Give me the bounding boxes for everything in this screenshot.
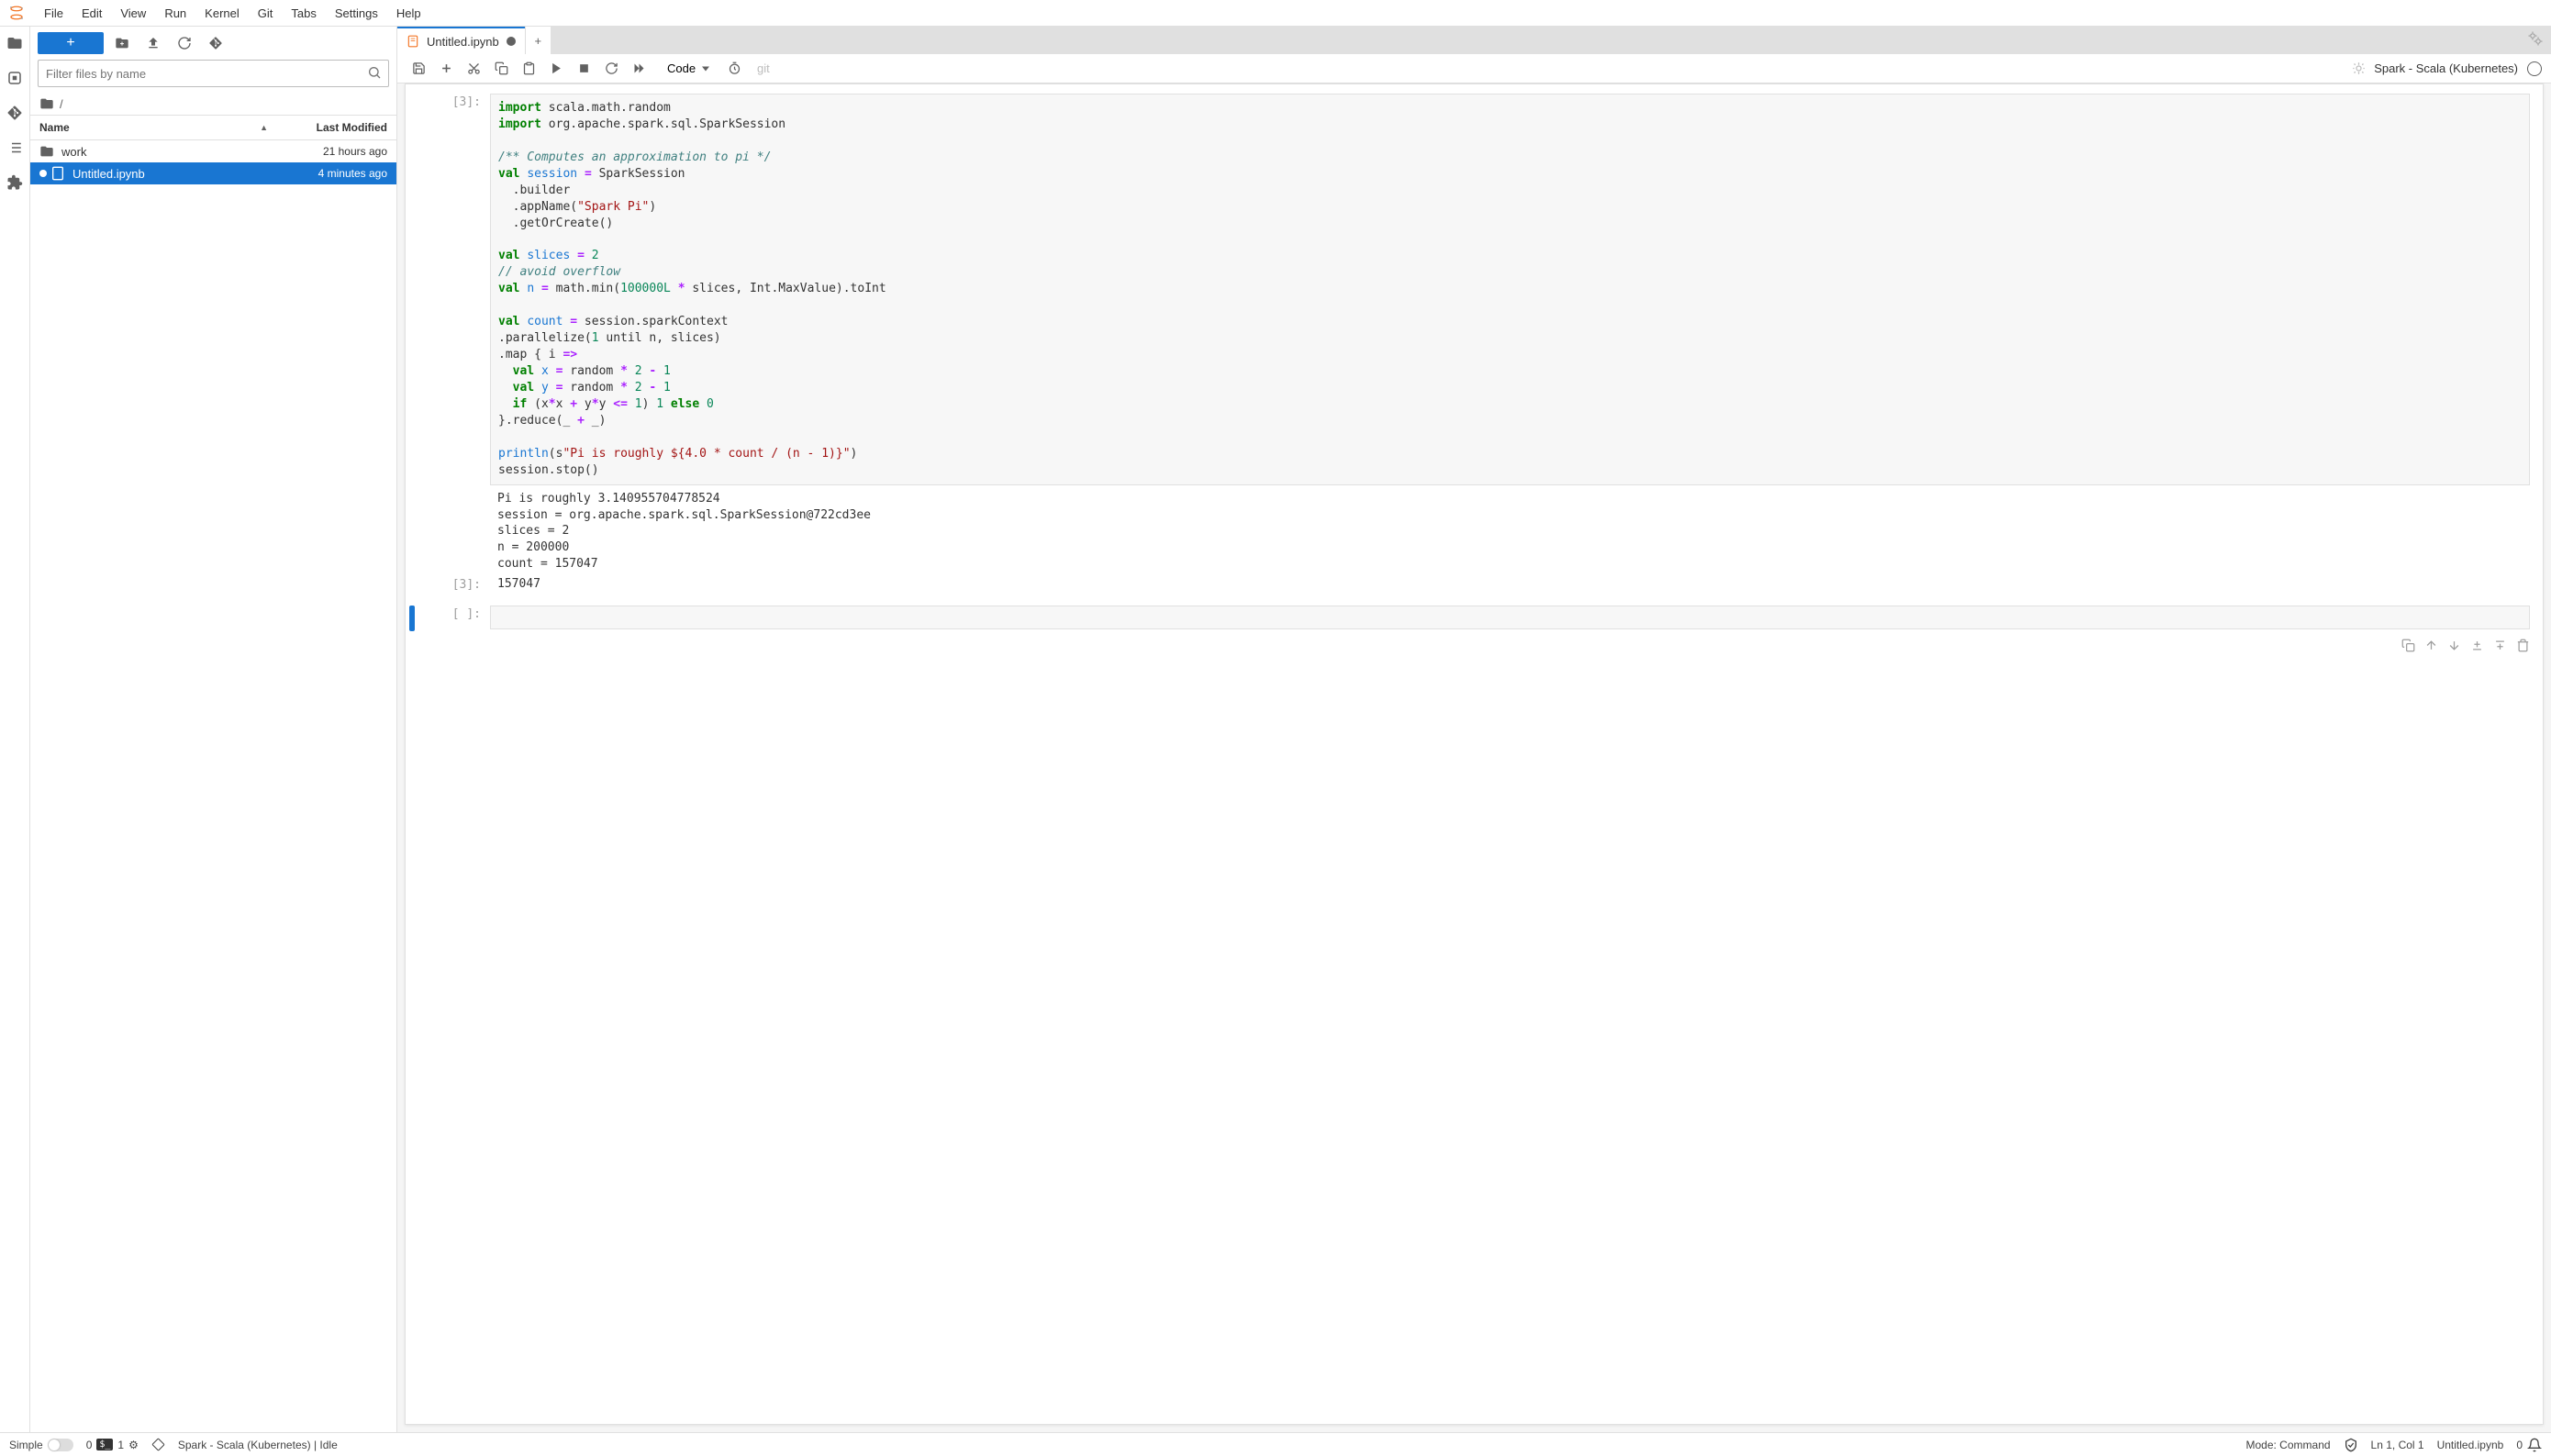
insert-above-icon[interactable] (2470, 639, 2484, 652)
input-prompt-empty: [ ]: (418, 606, 490, 629)
breadcrumb-root[interactable]: / (60, 97, 63, 111)
lightning-icon: ⚙ (128, 1439, 139, 1451)
column-name-header[interactable]: Name (39, 121, 70, 134)
menu-settings[interactable]: Settings (326, 3, 387, 24)
restart-run-all-icon[interactable] (627, 57, 651, 81)
tab-bar: Untitled.ipynb + (397, 27, 2551, 54)
bell-icon[interactable] (2527, 1438, 2542, 1452)
active-code-cell[interactable]: [ ]: (406, 596, 2543, 639)
stdout-output: Pi is roughly 3.140955704778524 session … (490, 485, 2530, 575)
tab-title: Untitled.ipynb (427, 35, 499, 49)
extensions-icon[interactable] (6, 173, 24, 192)
file-list: work21 hours agoUntitled.ipynb4 minutes … (30, 140, 396, 1432)
file-row[interactable]: Untitled.ipynb4 minutes ago (30, 162, 396, 184)
running-dot (39, 170, 47, 177)
delete-cell-icon[interactable] (2516, 639, 2530, 652)
menu-edit[interactable]: Edit (72, 3, 111, 24)
filter-files-input[interactable] (38, 60, 389, 87)
toc-icon[interactable] (6, 139, 24, 157)
code-cell[interactable]: [3]: import scala.math.random import org… (406, 84, 2543, 576)
breadcrumb[interactable]: / (30, 93, 396, 116)
tab-untitled[interactable]: Untitled.ipynb (397, 27, 525, 54)
cell-collapser[interactable] (409, 606, 415, 631)
status-bar: Simple 0$_1⚙ Spark - Scala (Kubernetes) … (0, 1432, 2551, 1456)
add-cell-icon[interactable] (434, 57, 458, 81)
notebook-toolbar: Code git Spark - Scala (Kubernetes) (397, 54, 2551, 83)
kernels-count[interactable]: 1 (117, 1439, 124, 1451)
terminals-count[interactable]: 0 (86, 1439, 93, 1451)
input-prompt: [3]: (418, 94, 490, 574)
new-folder-icon[interactable] (109, 32, 135, 54)
folder-icon (39, 96, 54, 111)
code-input-area[interactable]: import scala.math.random import org.apac… (490, 94, 2530, 485)
column-modified-header[interactable]: Last Modified (268, 121, 387, 134)
timing-icon[interactable] (722, 57, 746, 81)
menu-kernel[interactable]: Kernel (195, 3, 249, 24)
git-branch-icon[interactable] (151, 1438, 165, 1451)
menu-bar: FileEditViewRunKernelGitTabsSettingsHelp (0, 0, 2551, 27)
file-modified: 4 minutes ago (268, 167, 387, 180)
new-launcher-button[interactable]: + (38, 32, 104, 54)
restart-icon[interactable] (599, 57, 623, 81)
cell-toolbar (406, 639, 2543, 660)
copy-icon[interactable] (489, 57, 513, 81)
menu-tabs[interactable]: Tabs (282, 3, 325, 24)
result-output: 157047 (490, 576, 2530, 595)
git-icon[interactable] (6, 104, 24, 122)
cursor-position[interactable]: Ln 1, Col 1 (2371, 1439, 2424, 1451)
refresh-icon[interactable] (172, 32, 197, 54)
terminal-icon: $_ (96, 1439, 113, 1450)
jupyter-logo[interactable] (7, 4, 26, 22)
file-modified: 21 hours ago (268, 145, 387, 158)
empty-code-input[interactable] (490, 606, 2530, 629)
kernel-name[interactable]: Spark - Scala (Kubernetes) (2374, 61, 2518, 75)
running-icon[interactable] (6, 69, 24, 87)
move-up-icon[interactable] (2424, 639, 2438, 652)
output-prompt: [3]: (418, 576, 490, 595)
search-icon (367, 65, 382, 80)
git-label[interactable]: git (757, 61, 770, 75)
trusted-icon[interactable] (2344, 1438, 2358, 1452)
notebook-area: Untitled.ipynb + Code git (397, 27, 2551, 1432)
folder-icon (39, 144, 56, 159)
property-inspector-icon[interactable] (2527, 30, 2544, 47)
menu-git[interactable]: Git (249, 3, 283, 24)
mode-indicator[interactable]: Mode: Command (2246, 1439, 2331, 1451)
simple-label: Simple (9, 1439, 43, 1451)
menu-view[interactable]: View (111, 3, 155, 24)
cell-type-select[interactable]: Code (662, 60, 713, 77)
git-clone-icon[interactable] (203, 32, 228, 54)
cut-icon[interactable] (462, 57, 485, 81)
duplicate-cell-icon[interactable] (2401, 639, 2415, 652)
kernel-status-text[interactable]: Spark - Scala (Kubernetes) | Idle (178, 1439, 338, 1451)
notebook-content: [3]: import scala.math.random import org… (405, 83, 2544, 1425)
menu-file[interactable]: File (35, 3, 72, 24)
menu-help[interactable]: Help (387, 3, 430, 24)
file-browser-panel: + / Name ▲ Last Modified work21 hours ago… (30, 27, 397, 1432)
add-tab-button[interactable]: + (525, 27, 551, 54)
save-icon[interactable] (407, 57, 430, 81)
stop-icon[interactable] (572, 57, 596, 81)
activity-bar (0, 27, 30, 1432)
sort-caret-icon: ▲ (260, 123, 268, 132)
move-down-icon[interactable] (2447, 639, 2461, 652)
notification-count: 0 (2516, 1439, 2523, 1451)
file-browser-icon[interactable] (6, 34, 24, 52)
run-icon[interactable] (544, 57, 568, 81)
notebook-icon (407, 35, 419, 48)
file-name: Untitled.ipynb (72, 167, 268, 181)
insert-below-icon[interactable] (2493, 639, 2507, 652)
file-name: work (61, 145, 268, 159)
paste-icon[interactable] (517, 57, 540, 81)
simple-toggle[interactable] (48, 1439, 73, 1451)
filename-status[interactable]: Untitled.ipynb (2437, 1439, 2504, 1451)
tab-dirty-indicator (507, 37, 516, 46)
menu-run[interactable]: Run (155, 3, 195, 24)
kernel-status-icon[interactable] (2527, 61, 2542, 76)
notebook-icon (50, 166, 67, 181)
debugger-icon[interactable] (2346, 57, 2370, 81)
upload-icon[interactable] (140, 32, 166, 54)
folder-row[interactable]: work21 hours ago (30, 140, 396, 162)
